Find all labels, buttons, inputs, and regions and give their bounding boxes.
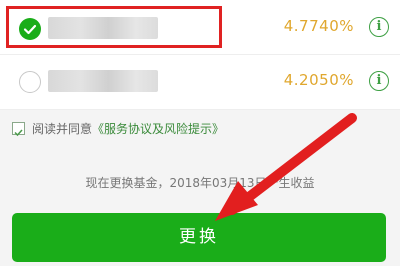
red-arrow-annotation bbox=[215, 113, 357, 221]
